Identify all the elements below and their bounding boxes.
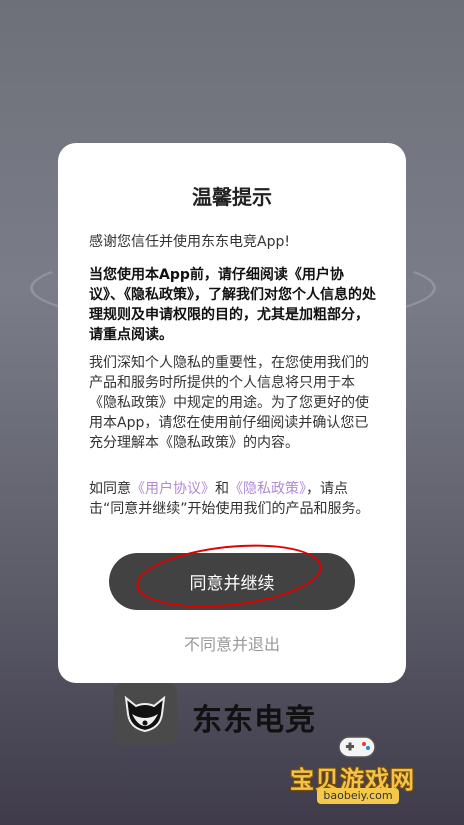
dialog-bold-paragraph: 当您使用本App前，请仔细阅读《用户协议》、《隐私政策》，了解我们对您个人信息的…	[89, 267, 376, 343]
brand-name: 东东电竞	[192, 703, 316, 738]
raccoon-logo-icon	[124, 695, 166, 733]
app-logo	[113, 683, 177, 745]
dialog-title: 温馨提示	[192, 185, 272, 209]
user-agreement-link[interactable]: 《用户协议》	[131, 481, 215, 497]
dialog-agree-notice: 如同意《用户协议》和《隐私政策》，请点击“同意并继续”开始使用我们的产品和服务。	[89, 479, 376, 519]
and-text: 和	[215, 481, 229, 497]
dialog-intro: 感谢您信任并使用东东电竞App!	[89, 234, 290, 250]
privacy-policy-link[interactable]: 《隐私政策》	[229, 481, 306, 497]
privacy-dialog: 温馨提示 感谢您信任并使用东东电竞App! 当您使用本App前，请仔细阅读《用户…	[58, 143, 406, 683]
dialog-paragraph: 我们深知个人隐私的重要性，在您使用我们的产品和服务时所提供的个人信息将只用于本《…	[89, 355, 369, 451]
decline-exit-button[interactable]: 不同意并退出	[58, 631, 406, 655]
watermark-url: baobeiy.com	[317, 788, 399, 804]
gamepad-icon	[338, 736, 376, 758]
agree-continue-button[interactable]: 同意并继续	[109, 553, 355, 610]
agree-prefix: 如同意	[89, 481, 131, 497]
